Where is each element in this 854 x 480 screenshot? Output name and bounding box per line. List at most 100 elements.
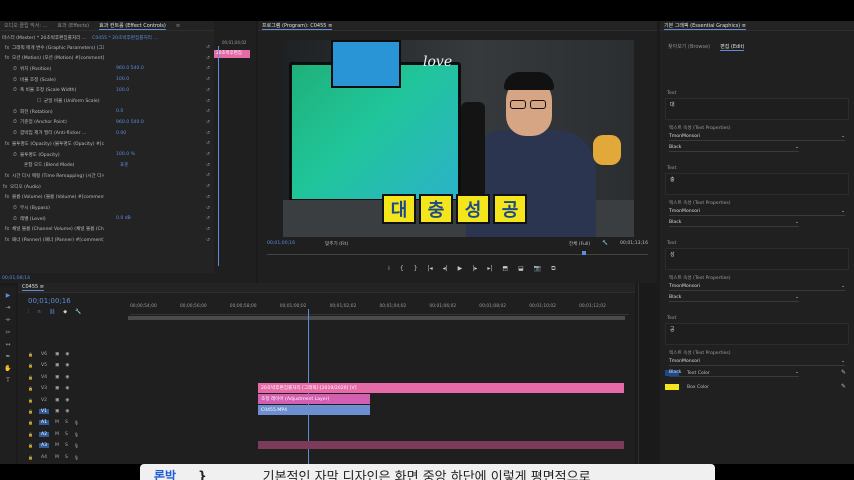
effect-property-row[interactable]: ⏱ 깜박임 제거 필터 (Anti-flicker ... 0.00 ↺ bbox=[0, 129, 214, 138]
effect-property-row[interactable]: fx모션 (Motion) (모션 (Motion) #[comment]com… bbox=[0, 54, 214, 63]
lock-icon[interactable]: 🔒 bbox=[28, 443, 33, 448]
mic-icon[interactable]: 🎙 bbox=[74, 420, 79, 425]
fx-icon[interactable]: fx bbox=[4, 194, 10, 200]
stopwatch-icon[interactable]: ⏱ bbox=[12, 130, 18, 136]
step-back-icon[interactable]: ◂| bbox=[443, 265, 448, 273]
mini-timeline-clip[interactable]: 20초박후편집 bbox=[214, 50, 250, 58]
sync-lock-icon[interactable]: ▣ bbox=[55, 386, 59, 391]
reset-icon[interactable]: ↺ bbox=[206, 66, 210, 71]
lock-icon[interactable]: 🔒 bbox=[28, 409, 33, 414]
mute-icon[interactable]: M bbox=[55, 455, 59, 460]
hand-tool-icon[interactable]: ✋ bbox=[4, 365, 11, 372]
video-track-header[interactable]: 🔒 V2 ▣ ◉ bbox=[28, 395, 128, 406]
eg-text-input[interactable]: 공 bbox=[665, 323, 849, 345]
eye-icon[interactable]: ◉ bbox=[65, 363, 69, 368]
video-track-header[interactable]: 🔒 V3 ▣ ◉ bbox=[28, 383, 128, 394]
font-style-dropdown[interactable]: Black ⌄ bbox=[669, 144, 799, 152]
solo-icon[interactable]: S bbox=[65, 432, 68, 437]
linked-selection-icon[interactable]: ⛓ bbox=[49, 309, 55, 315]
add-marker-icon[interactable]: ⁞ bbox=[388, 265, 390, 273]
effect-property-row[interactable]: fx불투명도 (Opacity) (불투명도 (Opacity) #[comme… bbox=[0, 139, 214, 148]
stopwatch-icon[interactable]: ⏱ bbox=[12, 87, 18, 93]
fx-icon[interactable]: fx bbox=[4, 237, 10, 243]
effect-property-row[interactable]: ⏱ 레벨 (Level) 0.0 dB ↺ bbox=[0, 214, 214, 223]
export-frame-icon[interactable]: 📷 bbox=[534, 265, 541, 273]
reset-icon[interactable]: ↺ bbox=[206, 227, 210, 232]
sync-lock-icon[interactable]: ▣ bbox=[55, 363, 59, 368]
effect-property-row[interactable]: ⏱ 회전 (Rotation) 0.0 ↺ bbox=[0, 107, 214, 116]
effect-property-row[interactable]: ⏱ 폭 비율 조정 (Scale Width) 100.0 ↺ bbox=[0, 86, 214, 95]
reset-icon[interactable]: ↺ bbox=[206, 141, 210, 146]
font-style-dropdown[interactable]: Black ⌄ bbox=[669, 294, 799, 302]
track-label[interactable]: A3 bbox=[38, 443, 49, 449]
audio-track-header[interactable]: 🔒 A2 M S 🎙 bbox=[28, 429, 128, 440]
button-editor-icon[interactable]: ⧉ bbox=[551, 265, 555, 273]
font-style-dropdown[interactable]: Black ⌄ bbox=[669, 369, 799, 377]
tab-effect-controls[interactable]: 효과 컨트롤 (Effect Controls) bbox=[99, 22, 166, 30]
go-to-out-icon[interactable]: ▸| bbox=[487, 265, 492, 273]
mic-icon[interactable]: 🎙 bbox=[74, 432, 79, 437]
eyedropper-icon[interactable]: ✎ bbox=[841, 369, 846, 376]
reset-icon[interactable]: ↺ bbox=[206, 238, 210, 243]
reset-icon[interactable]: ↺ bbox=[206, 120, 210, 125]
add-marker-icon[interactable]: ◆ bbox=[63, 309, 67, 315]
step-forward-icon[interactable]: |▸ bbox=[472, 265, 477, 273]
lock-icon[interactable]: 🔒 bbox=[28, 420, 33, 425]
solo-icon[interactable]: S bbox=[65, 455, 68, 460]
effect-property-value[interactable]: 100.0 % bbox=[116, 152, 135, 157]
track-label[interactable]: A4 bbox=[39, 455, 49, 460]
track-label[interactable]: V5 bbox=[39, 363, 49, 368]
effect-property-value[interactable]: 0.0 bbox=[116, 109, 123, 114]
source-label[interactable]: 마스터 (Master) * 20초박후편집률처리 ... bbox=[2, 35, 86, 41]
track-label[interactable]: A1 bbox=[38, 420, 49, 426]
selection-tool-icon[interactable]: ▶ bbox=[6, 292, 11, 299]
track-label[interactable]: A2 bbox=[38, 431, 49, 437]
font-family-dropdown[interactable]: TmonMonsori ⌄ bbox=[669, 133, 845, 141]
mute-icon[interactable]: M bbox=[55, 443, 59, 448]
stopwatch-icon[interactable]: ⏱ bbox=[12, 205, 18, 211]
fx-icon[interactable]: fx bbox=[2, 184, 8, 190]
mic-icon[interactable]: 🎙 bbox=[74, 443, 79, 448]
reset-icon[interactable]: ↺ bbox=[206, 45, 210, 50]
reset-icon[interactable]: ↺ bbox=[206, 184, 210, 189]
reset-icon[interactable]: ↺ bbox=[206, 163, 210, 168]
lock-icon[interactable]: 🔒 bbox=[28, 455, 33, 460]
program-timecode[interactable]: 00;01;00;16 bbox=[267, 241, 295, 246]
effect-property-row[interactable]: fx패너 (Panner) (패너 (Panner) #[comment]com… bbox=[0, 236, 214, 245]
checkbox-icon[interactable]: ☐ bbox=[36, 98, 42, 104]
eye-icon[interactable]: ◉ bbox=[65, 375, 69, 380]
track-select-icon[interactable]: ⇥ bbox=[5, 304, 10, 311]
razor-tool-icon[interactable]: ✂ bbox=[5, 329, 10, 336]
panel-menu-icon[interactable]: ≡ bbox=[176, 23, 180, 29]
lock-icon[interactable]: 🔒 bbox=[28, 375, 33, 380]
eyedropper-icon[interactable]: ✎ bbox=[841, 383, 846, 390]
effect-property-value[interactable]: 100.0 bbox=[116, 77, 129, 82]
tab-effects[interactable]: 효과 (Effects) bbox=[57, 22, 89, 29]
reset-icon[interactable]: ↺ bbox=[206, 206, 210, 211]
effect-property-row[interactable]: ⏱ 무시 (Bypass) ↺ bbox=[0, 204, 214, 213]
work-area-bar[interactable] bbox=[128, 316, 625, 320]
extract-icon[interactable]: ⬓ bbox=[518, 265, 524, 273]
eye-icon[interactable]: ◉ bbox=[65, 352, 69, 357]
effect-property-row[interactable]: ☐ 균일 비율 (Uniform Scale) ↺ bbox=[0, 97, 214, 106]
tab-essential-graphics[interactable]: 기본 그래픽 (Essential Graphics) ≡ bbox=[664, 22, 746, 30]
font-style-dropdown[interactable]: Black ⌄ bbox=[669, 219, 799, 227]
font-family-dropdown[interactable]: TmonMonsori ⌄ bbox=[669, 208, 845, 216]
effect-property-row[interactable]: 혼합 모드 (Blend Mode) 표준 ↺ bbox=[0, 161, 214, 170]
play-icon[interactable]: ▶ bbox=[458, 265, 463, 273]
reset-icon[interactable]: ↺ bbox=[206, 131, 210, 136]
effect-property-value[interactable]: 0.0 dB bbox=[116, 216, 131, 221]
reset-icon[interactable]: ↺ bbox=[206, 195, 210, 200]
reset-icon[interactable]: ↺ bbox=[206, 152, 210, 157]
slip-tool-icon[interactable]: ↔ bbox=[5, 341, 10, 348]
effect-property-row[interactable]: ⏱ 비율 조정 (Scale) 100.0 ↺ bbox=[0, 75, 214, 84]
sequence-label[interactable]: C0455 * 20초박후편집률처리 ... bbox=[92, 35, 158, 41]
reset-icon[interactable]: ↺ bbox=[206, 109, 210, 114]
ripple-edit-icon[interactable]: ⟛ bbox=[5, 316, 10, 324]
lift-icon[interactable]: ⬒ bbox=[502, 265, 508, 273]
reset-icon[interactable]: ↺ bbox=[206, 99, 210, 104]
fx-icon[interactable]: fx bbox=[4, 55, 10, 61]
type-tool-icon[interactable]: T bbox=[6, 377, 10, 384]
lock-icon[interactable]: 🔒 bbox=[28, 363, 33, 368]
fx-icon[interactable]: fx bbox=[4, 141, 10, 147]
